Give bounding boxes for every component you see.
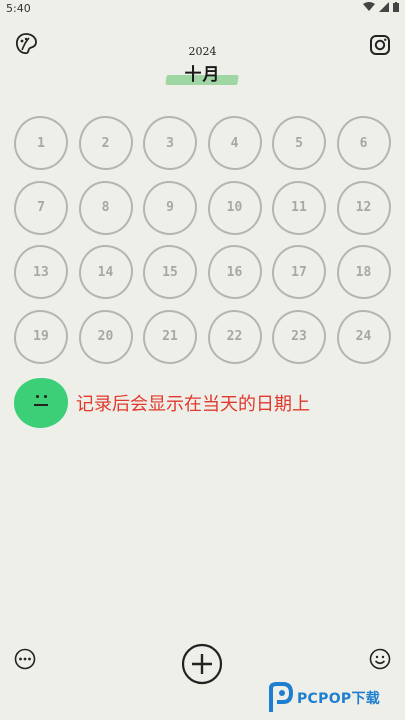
more-options-icon[interactable] [14,648,36,670]
pcpop-logo-icon [269,682,293,712]
status-bar: 5:40 [0,0,405,18]
day-cell[interactable]: 19 [14,309,68,364]
hint-text: 记录后会显示在当天的日期上 [76,394,310,415]
month-header[interactable]: 十月 [0,60,405,85]
day-cell[interactable]: 23 [272,309,326,364]
day-cell[interactable]: 4 [207,116,262,170]
day-cell[interactable]: 10 [207,180,262,235]
wifi-icon [363,2,375,11]
day-cell[interactable]: 12 [336,180,391,235]
watermark: PCPOP下载 [267,680,397,716]
day-cell[interactable]: 11 [272,180,326,235]
day-cell[interactable]: 15 [143,245,197,299]
today-hint: 记录后会显示在当天的日期上 [14,378,310,428]
day-cell[interactable]: 16 [207,245,262,299]
day-cell[interactable]: 17 [272,245,326,299]
day-cell[interactable]: 22 [207,309,262,364]
day-cell[interactable]: 21 [143,309,197,364]
calendar-grid: 1 2 3 4 5 6 7 8 9 10 11 12 13 14 15 16 1… [14,116,392,364]
day-cell[interactable]: 24 [336,309,391,364]
day-cell[interactable]: 14 [78,245,133,299]
day-cell[interactable]: 8 [78,180,133,235]
month-label: 十月 [184,65,221,85]
day-cell[interactable]: 5 [272,116,326,170]
signal-icon [379,2,389,12]
day-cell[interactable]: 20 [78,309,133,364]
smiley-icon[interactable] [369,648,391,670]
day-cell[interactable]: 7 [14,180,68,235]
year-label: 2024 [188,45,217,58]
day-cell[interactable]: 13 [14,245,68,299]
status-time: 5:40 [6,2,31,15]
status-icons [363,2,399,12]
day-cell[interactable]: 6 [336,116,391,170]
neutral-face-icon[interactable] [14,378,68,428]
add-icon[interactable] [181,643,223,685]
day-cell[interactable]: 9 [143,180,197,235]
day-cell[interactable]: 3 [143,116,197,170]
day-cell[interactable]: 2 [78,116,133,170]
day-cell[interactable]: 1 [14,116,68,170]
watermark-text: PCPOP下载 [297,691,381,707]
battery-icon [393,2,399,12]
day-cell[interactable]: 18 [336,245,391,299]
